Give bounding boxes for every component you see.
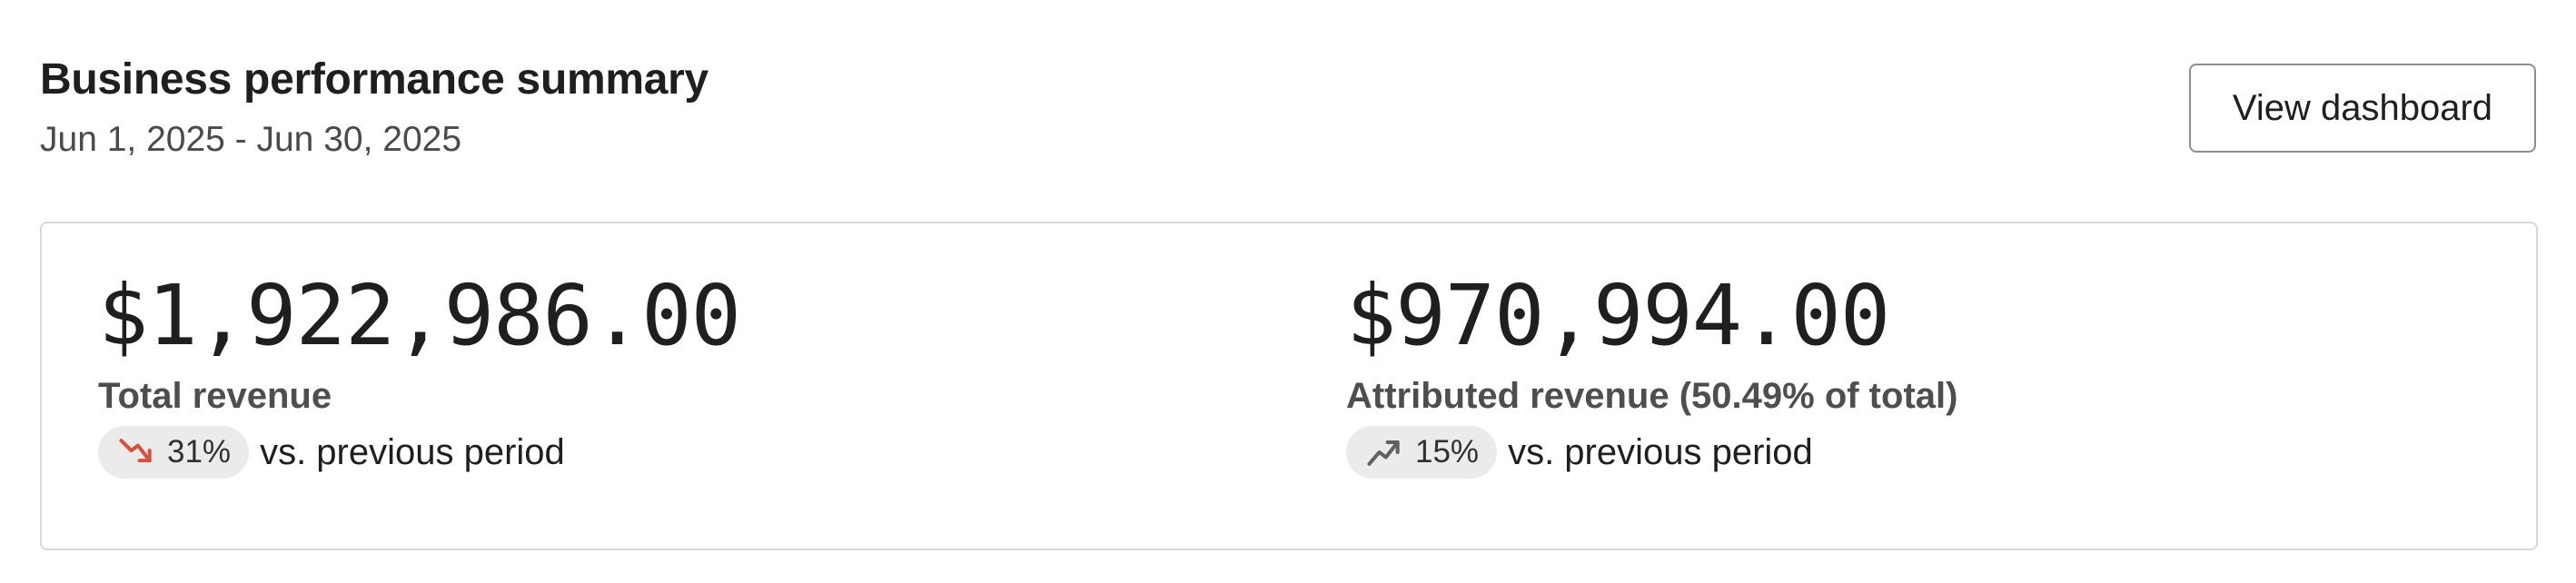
- summary-header: Business performance summary Jun 1, 2025…: [40, 51, 2536, 169]
- total-revenue-change: 31% vs. previous period: [98, 426, 740, 479]
- view-dashboard-button[interactable]: View dashboard: [2189, 64, 2536, 153]
- metrics-card: $1,922,986.00 Total revenue 31% vs. prev…: [40, 222, 2538, 550]
- change-badge: 15%: [1346, 426, 1498, 479]
- change-percent: 31%: [167, 434, 232, 469]
- change-badge: 31%: [98, 426, 250, 479]
- page-title: Business performance summary: [40, 55, 708, 104]
- comparison-text: vs. previous period: [260, 431, 565, 472]
- date-range: Jun 1, 2025 - Jun 30, 2025: [40, 120, 462, 159]
- total-revenue-label: Total revenue: [98, 376, 332, 416]
- attributed-revenue-metric: $970,994.00 Attributed revenue (50.49% o…: [1346, 274, 1957, 479]
- attributed-revenue-change: 15% vs. previous period: [1346, 426, 1957, 479]
- total-revenue-amount: $1,922,986.00: [98, 267, 741, 364]
- attributed-revenue-label: Attributed revenue (50.49% of total): [1346, 376, 1958, 416]
- trend-down-icon: [119, 439, 152, 463]
- attributed-revenue-amount: $970,994.00: [1346, 267, 1890, 364]
- trend-up-icon: [1367, 440, 1400, 466]
- comparison-text: vs. previous period: [1508, 431, 1813, 472]
- change-percent: 15%: [1415, 434, 1480, 469]
- total-revenue-metric: $1,922,986.00 Total revenue 31% vs. prev…: [98, 267, 741, 479]
